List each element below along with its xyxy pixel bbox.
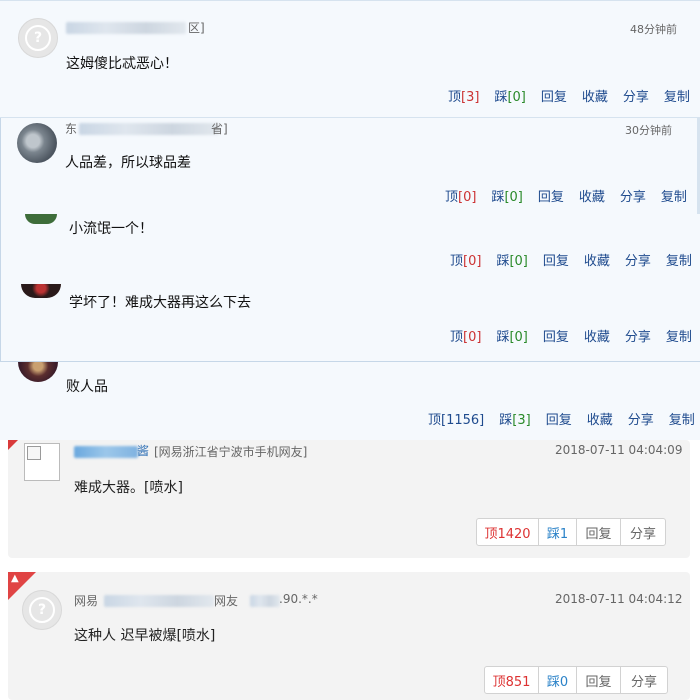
favorite-link[interactable]: 收藏 [579,186,605,205]
comment-thread: ? 区] 48分钟前 这姆傻比忒恶心！ 顶[3] 踩[0] 回复 收藏 分享 复… [0,0,700,440]
avatar[interactable] [18,362,58,382]
reply-link[interactable]: 回复 [543,326,569,345]
comment-text: 这姆傻比忒恶心！ [66,56,178,72]
comment-actions: 顶[0] 踩[0] 回复 收藏 分享 复制 [435,326,692,345]
reply-button[interactable]: 回复 [577,519,621,545]
comment-actions: 顶[0] 踩[0] 回复 收藏 分享 复制 [435,250,692,269]
upvote-button[interactable]: 顶1420 [477,519,539,545]
downvote-button[interactable]: 踩0 [539,667,577,693]
comment-item: 小流氓一个！ 顶[0] 踩[0] 回复 收藏 分享 复制 [0,214,700,284]
comment-time: 2018-07-11 04:04:12 [555,592,683,606]
flame-glyph: ▲ [11,573,19,584]
username-blurred[interactable] [66,22,186,34]
reply-button[interactable]: 回复 [577,667,621,693]
username-blurred[interactable] [79,123,219,135]
hot-comment-card: ▲ ? 网易 网友 .90.*.* 2018-07-11 04:04:12 这种… [8,572,690,700]
comment-item: 东 省] 30分钟前 人品差，所以球品差 顶[0] 踩[0] 回复 收藏 分享 … [0,118,700,214]
upvote-link[interactable]: 顶[0] [445,186,476,205]
hot-comment-card: 酱 [网易浙江省宁波市手机网友] 2018-07-11 04:04:09 难成大… [8,440,690,558]
fire-icon [8,440,18,450]
username-blurred[interactable] [74,446,138,458]
avatar[interactable] [25,214,57,224]
share-button[interactable]: 分享 [621,667,667,693]
comment-actions: 顶[0] 踩[0] 回复 收藏 分享 复制 [430,186,687,205]
comment-time: 2018-07-11 04:04:09 [555,443,683,457]
comment-text: 人品差，所以球品差 [65,155,191,171]
copy-link[interactable]: 复制 [669,409,695,428]
comment-item: 败人品 顶[1156] 踩[3] 回复 收藏 分享 复制 [0,362,700,440]
upvote-link[interactable]: 顶[0] [450,250,481,269]
comment-item: ? 区] 48分钟前 这姆傻比忒恶心！ 顶[3] 踩[0] 回复 收藏 分享 复… [0,0,700,118]
copy-link[interactable]: 复制 [666,250,692,269]
comment-time: 48分钟前 [630,23,677,36]
reply-link[interactable]: 回复 [538,186,564,205]
downvote-link[interactable]: 踩[3] [499,409,530,428]
user-placeholder-icon[interactable]: ? [22,590,62,630]
comment-actions: 顶[3] 踩[0] 回复 收藏 分享 复制 [433,86,690,105]
user-location: [网易浙江省宁波市手机网友] [154,445,308,459]
downvote-link[interactable]: 踩[0] [491,186,522,205]
ip-address: .90.*.* [279,592,318,606]
comment-text: 这种人 迟早被爆[喷水] [74,628,216,644]
downvote-button[interactable]: 踩1 [539,519,577,545]
vote-group: 顶851 踩0 回复 分享 [484,666,668,694]
username-prefix: 东 [65,122,78,136]
reply-link[interactable]: 回复 [541,86,567,105]
username-prefix[interactable]: 网易 [74,592,98,609]
comment-text: 小流氓一个！ [69,221,153,237]
comment-text: 败人品 [66,379,108,395]
reply-link[interactable]: 回复 [546,409,572,428]
copy-link[interactable]: 复制 [661,186,687,205]
vote-group: 顶1420 踩1 回复 分享 [476,518,666,546]
share-link[interactable]: 分享 [628,409,654,428]
downvote-link[interactable]: 踩[0] [496,326,527,345]
favorite-link[interactable]: 收藏 [582,86,608,105]
comment-text: 难成大器。[喷水] [74,480,183,496]
share-link[interactable]: 分享 [623,86,649,105]
broken-image-icon [24,443,60,481]
username-tail: 网友 [214,594,239,608]
username-suffix: 省] [211,122,228,136]
username-suffix: 区] [188,21,205,35]
favorite-link[interactable]: 收藏 [584,326,610,345]
upvote-link[interactable]: 顶[3] [448,86,479,105]
avatar[interactable] [21,284,61,298]
ip-blurred [250,595,280,607]
share-link[interactable]: 分享 [625,326,651,345]
share-button[interactable]: 分享 [621,519,665,545]
share-link[interactable]: 分享 [620,186,646,205]
username-suffix[interactable]: 酱 [137,442,149,459]
upvote-link[interactable]: 顶[1156] [428,409,484,428]
downvote-link[interactable]: 踩[0] [494,86,525,105]
comment-actions: 顶[1156] 踩[3] 回复 收藏 分享 复制 [413,409,695,428]
copy-link[interactable]: 复制 [664,86,690,105]
user-placeholder-icon[interactable]: ? [18,18,58,58]
reply-link[interactable]: 回复 [543,250,569,269]
comment-item: 学坏了！难成大器再这么下去 顶[0] 踩[0] 回复 收藏 分享 复制 [0,284,700,362]
downvote-link[interactable]: 踩[0] [496,250,527,269]
avatar[interactable] [17,123,57,163]
upvote-link[interactable]: 顶[0] [450,326,481,345]
favorite-link[interactable]: 收藏 [584,250,610,269]
copy-link[interactable]: 复制 [666,326,692,345]
comment-text: 学坏了！难成大器再这么下去 [69,295,251,311]
comment-time: 30分钟前 [625,124,672,137]
share-link[interactable]: 分享 [625,250,651,269]
favorite-link[interactable]: 收藏 [587,409,613,428]
upvote-button[interactable]: 顶851 [485,667,539,693]
username-blurred-bar [104,595,214,607]
